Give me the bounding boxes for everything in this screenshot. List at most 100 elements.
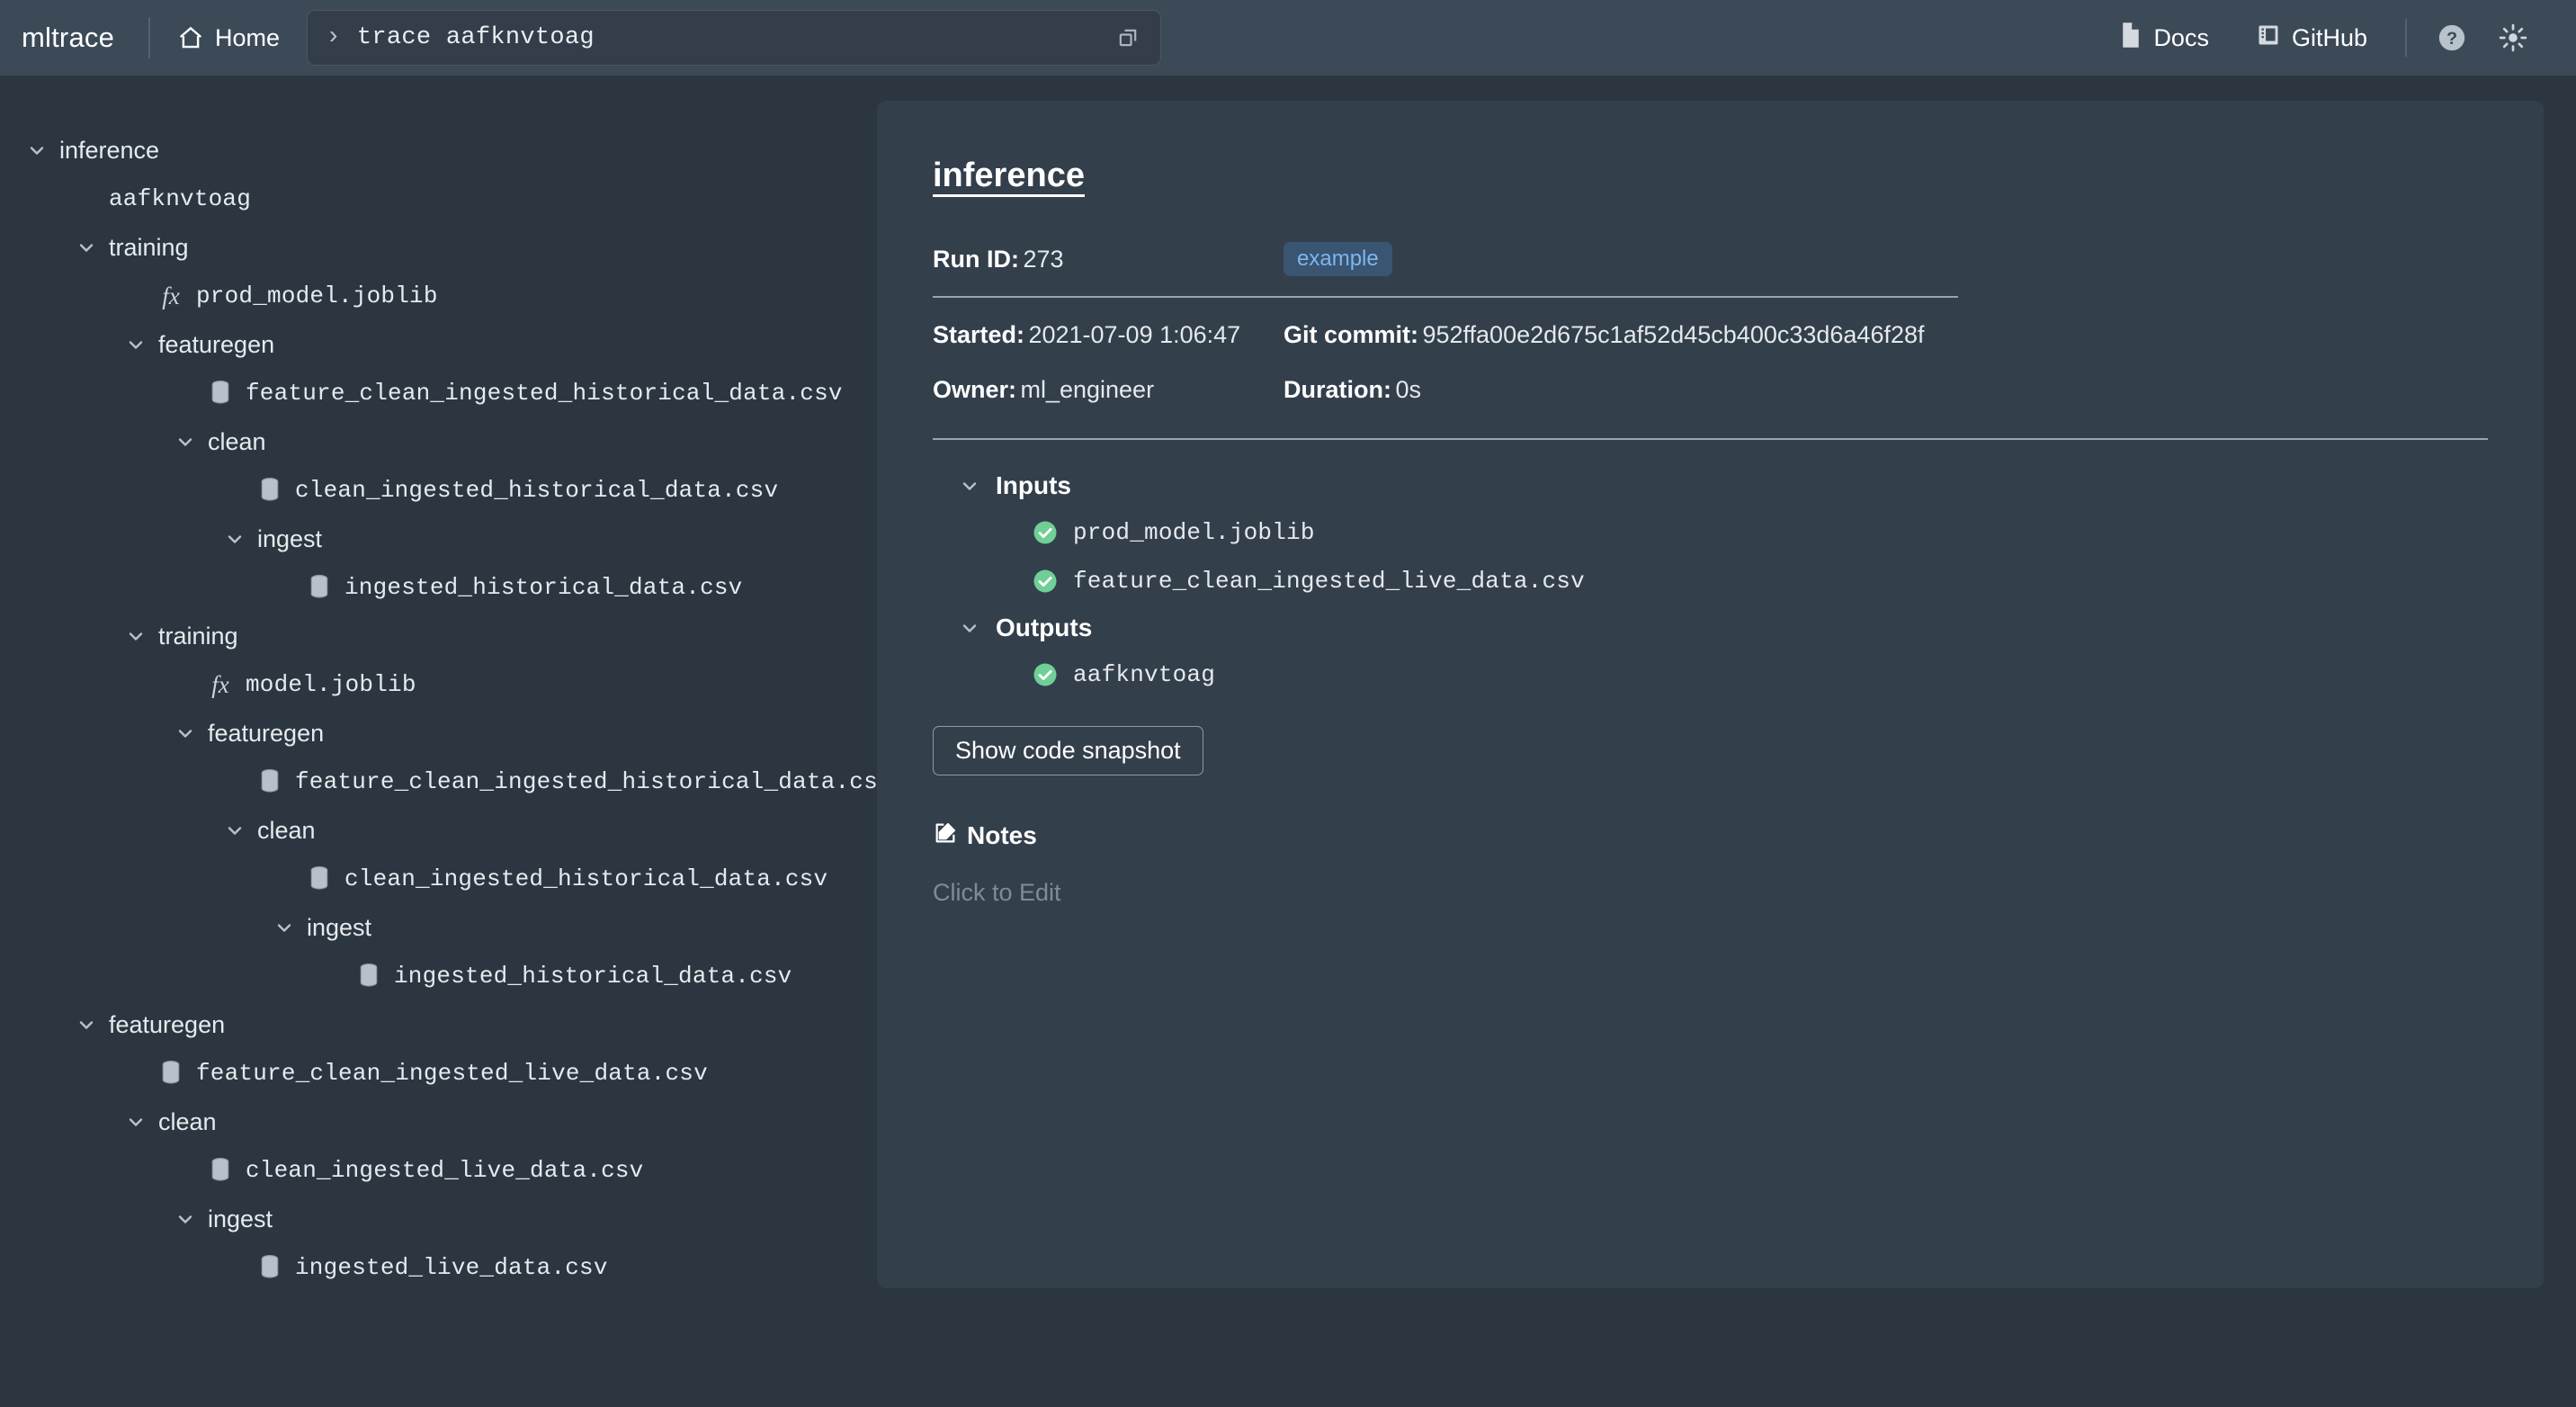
- outputs-list: aafknvtoag: [933, 650, 2488, 699]
- tree-node-training[interactable]: training: [0, 223, 877, 272]
- chevron-down-icon[interactable]: [75, 236, 98, 259]
- app-brand[interactable]: mltrace: [0, 22, 148, 54]
- search-input[interactable]: › trace aafknvtoag: [307, 10, 1161, 66]
- database-icon: [257, 477, 282, 504]
- tree-node-label: prod_model.joblib: [196, 282, 438, 309]
- tree-node-clean[interactable]: clean: [0, 1098, 877, 1146]
- tree-node-feature-clean-ingested-live-data-csv[interactable]: feature_clean_ingested_live_data.csv: [0, 1049, 877, 1098]
- chevron-down-icon[interactable]: [124, 1110, 148, 1134]
- git-commit-value: 952ffa00e2d675c1af52d45cb400c33d6a46f28f: [1422, 321, 1924, 348]
- tree-node-label: aafknvtoag: [109, 185, 251, 212]
- tree-node-feature-clean-ingested-historical-data-csv[interactable]: feature_clean_ingested_historical_data.c…: [0, 757, 877, 806]
- database-icon: [208, 380, 233, 407]
- chevron-down-icon[interactable]: [124, 333, 148, 356]
- database-icon: [356, 963, 381, 990]
- tree-node-featuregen[interactable]: featuregen: [0, 1000, 877, 1049]
- chevron-down-icon[interactable]: [223, 819, 246, 842]
- io-item-label: prod_model.joblib: [1073, 519, 1315, 546]
- tree-node-label: featuregen: [208, 720, 324, 748]
- home-link[interactable]: Home: [150, 24, 307, 52]
- tree-node-ingested-live-data-csv[interactable]: ingested_live_data.csv: [0, 1243, 877, 1292]
- chevron-down-icon: [958, 616, 981, 640]
- tree-node-label: ingested_live_data.csv: [295, 1254, 608, 1281]
- notes-header: Notes: [933, 820, 2488, 850]
- home-label: Home: [215, 24, 280, 52]
- tree-node-clean-ingested-historical-data-csv[interactable]: clean_ingested_historical_data.csv: [0, 466, 877, 515]
- tree-node-label: ingest: [257, 525, 322, 553]
- tree-node-ingested-historical-data-csv[interactable]: ingested_historical_data.csv: [0, 563, 877, 612]
- tree-node-prod-model-joblib[interactable]: fxprod_model.joblib: [0, 272, 877, 320]
- meta-divider-2: [933, 438, 2488, 440]
- owner-cell: Owner: ml_engineer: [933, 376, 1284, 404]
- status-badge[interactable]: example: [1284, 242, 1392, 276]
- copy-icon[interactable]: [1108, 18, 1148, 58]
- tree-node-clean[interactable]: clean: [0, 806, 877, 855]
- outputs-section-header[interactable]: Outputs: [933, 605, 2488, 650]
- inputs-section-header[interactable]: Inputs: [933, 463, 2488, 508]
- duration-value: 0s: [1395, 376, 1421, 403]
- tree-node-ingest[interactable]: ingest: [0, 515, 877, 563]
- tree-node-ingest[interactable]: ingest: [0, 1195, 877, 1243]
- chevron-down-icon[interactable]: [174, 1207, 197, 1231]
- tree-node-label: inference: [59, 137, 159, 165]
- run-id-row: Run ID: 273 example: [933, 242, 2488, 276]
- tree-node-label: clean_ingested_historical_data.csv: [344, 865, 827, 892]
- chevron-down-icon[interactable]: [174, 721, 197, 745]
- chevron-down-icon[interactable]: [223, 527, 246, 551]
- owner-value: ml_engineer: [1020, 376, 1154, 403]
- sun-brightness-icon[interactable]: [2491, 16, 2535, 59]
- database-icon: [257, 1254, 282, 1281]
- run-id-cell: Run ID: 273: [933, 246, 1284, 273]
- inputs-label: Inputs: [996, 471, 1071, 500]
- tree-node-featuregen[interactable]: featuregen: [0, 709, 877, 757]
- tree-node-clean-ingested-historical-data-csv[interactable]: clean_ingested_historical_data.csv: [0, 855, 877, 903]
- docs-link[interactable]: Docs: [2096, 22, 2232, 55]
- tree-node-training[interactable]: training: [0, 612, 877, 660]
- docs-label: Docs: [2153, 24, 2209, 52]
- show-code-snapshot-button[interactable]: Show code snapshot: [933, 726, 1203, 775]
- page-title: inference: [933, 157, 1085, 195]
- chevron-down-icon[interactable]: [124, 624, 148, 648]
- started-commit-row: Started: 2021-07-09 1:06:47 Git commit: …: [933, 321, 2488, 349]
- home-icon: [177, 24, 204, 51]
- navbar-right-group: Docs GitHub ?: [2096, 16, 2544, 59]
- tree-node-model-joblib[interactable]: fxmodel.joblib: [0, 660, 877, 709]
- chevron-down-icon[interactable]: [75, 1013, 98, 1036]
- github-link[interactable]: GitHub: [2232, 22, 2391, 54]
- tree-node-inference[interactable]: inference: [0, 126, 877, 175]
- tree-node-featuregen[interactable]: featuregen: [0, 320, 877, 369]
- tree-node-clean[interactable]: clean: [0, 417, 877, 466]
- tree-node-feature-clean-ingested-historical-data-csv[interactable]: feature_clean_ingested_historical_data.c…: [0, 369, 877, 417]
- run-id-label: Run ID:: [933, 246, 1019, 273]
- started-cell: Started: 2021-07-09 1:06:47: [933, 321, 1284, 349]
- io-item-label: feature_clean_ingested_live_data.csv: [1073, 568, 1585, 595]
- io-item[interactable]: aafknvtoag: [933, 650, 2488, 699]
- outputs-label: Outputs: [996, 614, 1092, 642]
- tree-node-label: featuregen: [158, 331, 274, 359]
- tree-node-label: feature_clean_ingested_live_data.csv: [196, 1060, 708, 1087]
- lineage-tree: inference aafknvtoag training fxprod_model.…: [0, 101, 877, 1407]
- io-item[interactable]: prod_model.joblib: [933, 508, 2488, 557]
- run-id-value: 273: [1023, 246, 1063, 273]
- chevron-down-icon[interactable]: [174, 430, 197, 453]
- github-book-icon: [2256, 22, 2281, 54]
- tree-node-ingested-historical-data-csv[interactable]: ingested_historical_data.csv: [0, 952, 877, 1000]
- notes-edit-area[interactable]: Click to Edit: [933, 879, 2488, 907]
- git-commit-label: Git commit:: [1284, 321, 1418, 348]
- tree-node-label: training: [109, 234, 189, 262]
- started-value: 2021-07-09 1:06:47: [1028, 321, 1240, 348]
- check-circle-icon: [1032, 568, 1059, 595]
- tree-node-label: clean: [208, 428, 266, 456]
- question-circle-icon[interactable]: ?: [2430, 16, 2473, 59]
- chevron-down-icon[interactable]: [273, 916, 296, 939]
- started-label: Started:: [933, 321, 1024, 348]
- tree-node-aafknvtoag[interactable]: aafknvtoag: [0, 175, 877, 223]
- tree-node-ingest[interactable]: ingest: [0, 903, 877, 952]
- io-item[interactable]: feature_clean_ingested_live_data.csv: [933, 557, 2488, 605]
- tree-node-label: ingest: [307, 914, 371, 942]
- nav-right-divider: [2405, 19, 2407, 57]
- chevron-down-icon[interactable]: [25, 139, 49, 162]
- tree-node-clean-ingested-live-data-csv[interactable]: clean_ingested_live_data.csv: [0, 1146, 877, 1195]
- database-icon: [307, 865, 332, 892]
- prompt-caret-icon: ›: [326, 25, 341, 50]
